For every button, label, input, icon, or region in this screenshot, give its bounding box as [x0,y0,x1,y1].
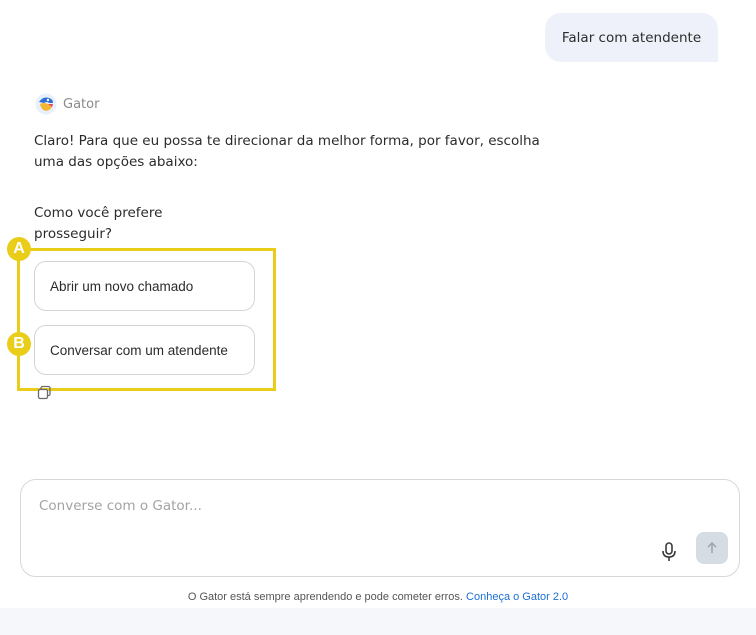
marker-a-badge: A [7,237,31,261]
talk-to-agent-button[interactable]: Conversar com um atendente [34,325,255,375]
bot-header: Gator [35,93,99,115]
talk-to-agent-label: Conversar com um atendente [50,342,228,358]
open-ticket-label: Abrir um novo chamado [50,278,194,294]
gator-avatar-icon [35,93,57,115]
chat-input[interactable] [39,498,639,514]
bot-name: Gator [63,96,100,112]
footer-band [0,608,756,635]
arrow-up-icon [707,541,717,553]
footer-disclaimer: O Gator está sempre aprendendo e pode co… [0,591,756,603]
send-button[interactable] [696,532,728,564]
microphone-icon[interactable] [659,541,679,563]
user-message-text: Falar com atendente [561,29,702,46]
open-ticket-button[interactable]: Abrir um novo chamado [34,261,255,311]
user-message-bubble: Falar com atendente [545,13,718,62]
marker-b-badge: B [7,332,31,356]
bot-message: Claro! Para que eu possa te direcionar d… [34,133,540,170]
copy-icon[interactable] [37,385,52,400]
chat-composer [20,479,740,577]
bot-prompt: Como você prefere prosseguir? [34,205,163,242]
disclaimer-text: O Gator está sempre aprendendo e pode co… [187,591,463,603]
learn-more-link[interactable]: Conheça o Gator 2.0 [466,591,568,603]
